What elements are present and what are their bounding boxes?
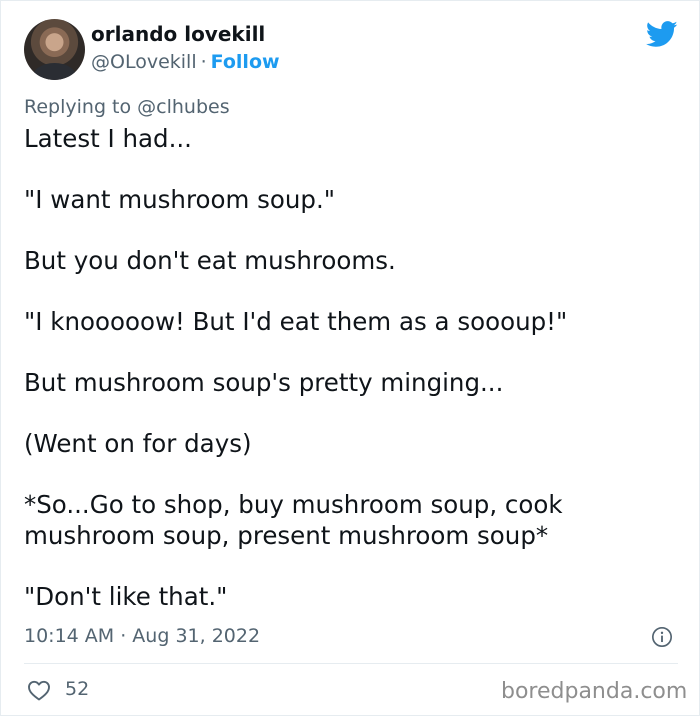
divider [24, 663, 678, 664]
replying-to[interactable]: Replying to @clhubes [24, 96, 230, 118]
tweet-paragraph: *So...Go to shop, buy mushroom soup, coo… [24, 490, 563, 550]
tweet-paragraph: "I knooooow! But I'd eat them as a sooou… [24, 307, 568, 336]
watermark: boredpanda.com [501, 679, 688, 704]
author-name[interactable]: orlando lovekill [91, 22, 265, 46]
tweet-paragraph: "Don't like that." [24, 581, 228, 611]
tweet-timestamp[interactable]: 10:14 AM · Aug 31, 2022 [24, 625, 260, 647]
like-count: 52 [65, 678, 90, 700]
separator-dot: · [200, 51, 207, 73]
tweet-card: orlando lovekill @OLovekill · Follow Reply… [0, 0, 700, 716]
tweet-text: Latest I had... "I want mushroom soup." … [24, 124, 674, 612]
follow-button[interactable]: Follow [211, 51, 280, 73]
tweet-paragraph: But mushroom soup's pretty minging... [24, 368, 504, 397]
twitter-bird-icon[interactable] [646, 21, 678, 48]
heart-icon[interactable] [27, 679, 51, 701]
tweet-paragraph: (Went on for days) [24, 429, 252, 458]
author-handle[interactable]: @OLovekill [91, 51, 197, 73]
avatar[interactable] [24, 19, 85, 80]
avatar-shirt [32, 63, 77, 80]
info-icon[interactable] [651, 626, 673, 648]
tweet-paragraph: Latest I had... [24, 124, 192, 153]
tweet-paragraph: "I want mushroom soup." [24, 185, 335, 214]
author-handle-row: @OLovekill · Follow [91, 51, 280, 73]
tweet-paragraph: But you don't eat mushrooms. [24, 246, 396, 275]
